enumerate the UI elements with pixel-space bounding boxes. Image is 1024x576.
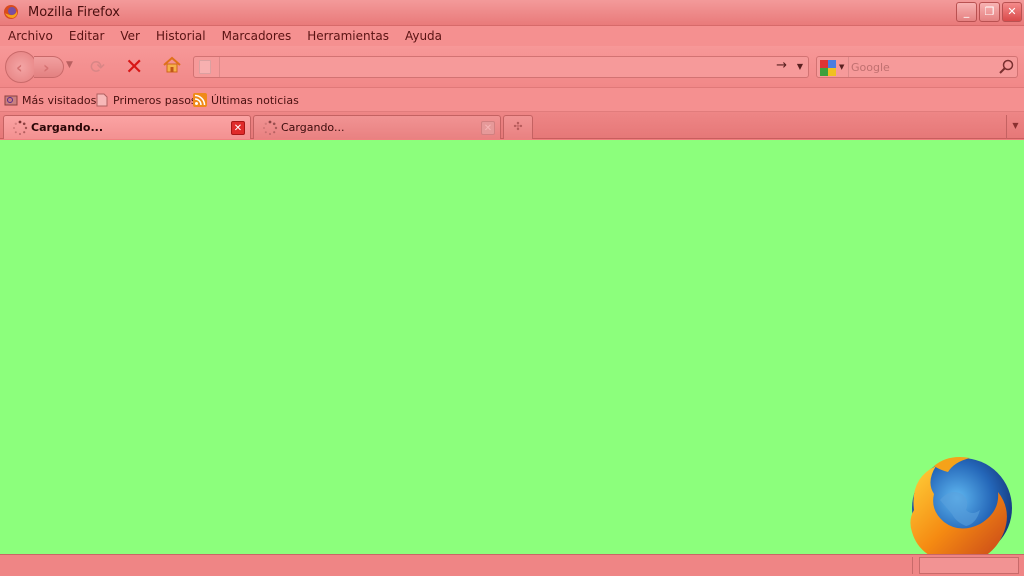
- back-button[interactable]: ‹: [5, 51, 37, 83]
- go-arrow-icon[interactable]: →: [776, 58, 787, 73]
- search-icon[interactable]: [998, 59, 1014, 75]
- navigation-toolbar: ‹ › ▼ ⟳ ✕ → ▼ ▼: [0, 46, 1024, 88]
- tab-cargando-1[interactable]: Cargando... ✕: [3, 115, 251, 139]
- close-button[interactable]: ✕: [1002, 2, 1022, 22]
- window-title: Mozilla Firefox: [28, 5, 120, 20]
- engine-dropdown-icon[interactable]: ▼: [839, 63, 844, 71]
- url-bar[interactable]: → ▼: [193, 56, 809, 78]
- tab-bar: Cargando... ✕ Cargando... ✕ ✣ ▼: [0, 112, 1024, 139]
- bookmark-mas-visitados[interactable]: Más visitados: [4, 92, 96, 108]
- back-arrow-icon: ‹: [16, 58, 23, 77]
- menu-bar: Archivo Editar Ver Historial Marcadores …: [0, 26, 1024, 46]
- search-divider: [848, 57, 849, 77]
- status-divider: [912, 557, 913, 574]
- forward-arrow-icon: ›: [43, 58, 50, 77]
- page-icon: [96, 93, 108, 107]
- menu-archivo[interactable]: Archivo: [0, 26, 61, 46]
- reload-icon[interactable]: ⟳: [90, 57, 105, 78]
- tab-cargando-2[interactable]: Cargando... ✕: [253, 115, 501, 139]
- search-input[interactable]: [851, 59, 991, 75]
- tab-close-icon[interactable]: ✕: [231, 121, 245, 135]
- loading-spinner-icon: [13, 120, 28, 135]
- firefox-logo-icon: [910, 457, 1012, 564]
- menu-editar[interactable]: Editar: [61, 26, 113, 46]
- bookmark-primeros-pasos[interactable]: Primeros pasos: [95, 92, 197, 108]
- menu-ayuda[interactable]: Ayuda: [397, 26, 450, 46]
- rss-feed-icon: [193, 93, 207, 107]
- forward-button[interactable]: ›: [34, 56, 64, 78]
- bookmark-ultimas-noticias[interactable]: Últimas noticias: [193, 92, 299, 108]
- bookmarks-toolbar: Más visitados Primeros pasos Últimas not…: [0, 88, 1024, 112]
- home-icon[interactable]: [162, 55, 182, 75]
- menu-herramientas[interactable]: Herramientas: [299, 26, 397, 46]
- page-content: [0, 140, 1024, 554]
- history-dropdown-icon[interactable]: ▼: [66, 60, 73, 70]
- url-divider: [219, 57, 220, 77]
- page-icon: [199, 60, 211, 74]
- status-bar: [0, 554, 1024, 576]
- folder-search-icon: [4, 95, 18, 106]
- firefox-icon[interactable]: [3, 4, 19, 20]
- status-panel: [919, 557, 1019, 574]
- stop-icon[interactable]: ✕: [125, 55, 143, 80]
- google-icon[interactable]: [820, 60, 836, 76]
- tab-label: Cargando...: [281, 121, 345, 134]
- url-dropdown-icon[interactable]: ▼: [797, 62, 803, 71]
- tab-label: Cargando...: [31, 121, 104, 134]
- title-bar: Mozilla Firefox _ ❐ ✕: [0, 0, 1024, 26]
- bookmark-label: Primeros pasos: [113, 93, 197, 107]
- loading-spinner-icon: [263, 120, 278, 135]
- url-input[interactable]: [226, 60, 766, 76]
- tab-close-icon[interactable]: ✕: [481, 121, 495, 135]
- window-controls: _ ❐ ✕: [956, 2, 1022, 22]
- minimize-button[interactable]: _: [956, 2, 977, 22]
- menu-historial[interactable]: Historial: [148, 26, 214, 46]
- menu-ver[interactable]: Ver: [112, 26, 148, 46]
- list-all-tabs-icon[interactable]: ▼: [1006, 115, 1024, 139]
- new-tab-button[interactable]: ✣: [503, 115, 533, 139]
- bookmark-label: Últimas noticias: [211, 93, 299, 107]
- menu-marcadores[interactable]: Marcadores: [214, 26, 300, 46]
- search-bar[interactable]: ▼: [816, 56, 1018, 78]
- restore-button[interactable]: ❐: [979, 2, 1000, 22]
- bookmark-label: Más visitados: [22, 93, 97, 107]
